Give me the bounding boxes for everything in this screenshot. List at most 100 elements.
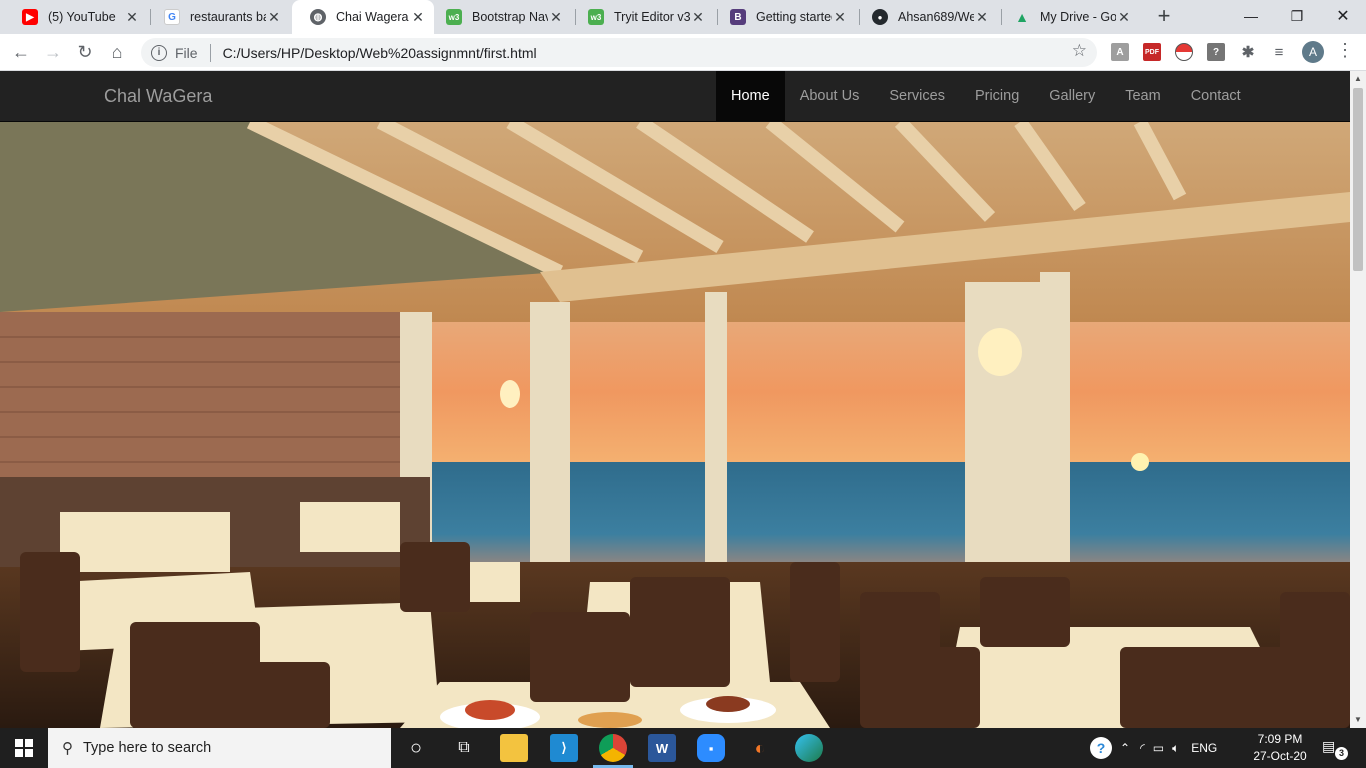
search-icon: ⚲	[62, 740, 73, 757]
tab-bootstrap-nav[interactable]: w3 Bootstrap Nav ✕	[428, 0, 572, 34]
nav-services[interactable]: Services	[874, 71, 960, 121]
file-explorer-icon[interactable]	[500, 734, 528, 762]
acrobat-extension-icon[interactable]: A	[1111, 43, 1129, 61]
url-scheme: File	[175, 44, 198, 61]
scroll-down-arrow-icon[interactable]: ▼	[1350, 712, 1366, 728]
tab-restaurants[interactable]: G restaurants ba ✕	[146, 0, 290, 34]
tab-title: Bootstrap Nav	[472, 10, 548, 24]
search-placeholder: Type here to search	[83, 740, 212, 756]
tab-title: Ahsan689/Wel	[898, 10, 974, 24]
vscode-icon[interactable]: ⟩	[550, 734, 578, 762]
youtube-icon: ▶	[22, 9, 38, 25]
task-view-icon[interactable]: ⧉	[450, 734, 478, 762]
globe-icon: ◍	[310, 9, 326, 25]
minimize-button[interactable]: —	[1228, 0, 1274, 32]
tab-title: (5) YouTube	[48, 10, 116, 24]
page-viewport: Chal WaGera Home About Us Services Prici…	[0, 71, 1350, 728]
reading-list-icon[interactable]: ≡	[1270, 43, 1288, 61]
wifi-icon[interactable]: ◜	[1140, 741, 1145, 755]
close-icon[interactable]: ✕	[832, 9, 848, 26]
github-icon: ●	[872, 9, 888, 25]
nav-about-us[interactable]: About Us	[785, 71, 875, 121]
pdf-extension-icon[interactable]: PDF	[1143, 43, 1161, 61]
windows-taskbar: ⚲ Type here to search ○ ⧉ ⟩ W ▪ ◐ ? ⌃ ◜ …	[0, 728, 1366, 768]
tab-title: Tryit Editor v3.	[614, 10, 690, 24]
close-window-button[interactable]: ✕	[1320, 0, 1366, 32]
language-indicator[interactable]: ENG	[1191, 741, 1217, 755]
profile-avatar[interactable]: A	[1302, 41, 1324, 63]
start-button[interactable]	[0, 728, 48, 768]
scroll-up-arrow-icon[interactable]: ▲	[1350, 71, 1366, 87]
close-icon[interactable]: ✕	[548, 9, 564, 26]
tab-google-drive[interactable]: ▲ My Drive - Goo ✕	[996, 0, 1140, 34]
nav-home[interactable]: Home	[716, 71, 785, 121]
clock-date: 27-Oct-20	[1253, 749, 1307, 763]
google-drive-icon: ▲	[1015, 9, 1029, 25]
tab-title: Chai Wagera	[336, 10, 409, 24]
taskbar-clock[interactable]: 7:09 PM 27-Oct-20	[1252, 731, 1308, 765]
address-bar[interactable]: i File C:/Users/HP/Desktop/Web%20assignm…	[141, 38, 1097, 67]
omnibox-divider	[209, 43, 211, 62]
google-icon: G	[164, 9, 180, 25]
chrome-icon[interactable]	[599, 734, 627, 762]
tab-title: restaurants ba	[190, 10, 266, 24]
w3schools-icon: w3	[446, 9, 462, 25]
close-icon[interactable]: ✕	[266, 9, 282, 26]
battery-icon[interactable]: ▭	[1153, 741, 1164, 755]
action-center-button[interactable]: ▤ 3	[1322, 738, 1348, 760]
close-icon[interactable]: ✕	[690, 9, 706, 26]
tab-tryit-editor[interactable]: w3 Tryit Editor v3. ✕	[570, 0, 714, 34]
new-tab-button[interactable]: +	[1152, 5, 1176, 29]
url-text[interactable]: C:/Users/HP/Desktop/Web%20assignmnt/firs…	[223, 45, 537, 61]
browser-toolbar: ← → ↻ ⌂ i File C:/Users/HP/Desktop/Web%2…	[0, 34, 1366, 71]
nav-pricing[interactable]: Pricing	[960, 71, 1034, 121]
help-extension-icon[interactable]: ?	[1207, 43, 1225, 61]
show-hidden-icons-icon[interactable]: ⌃	[1120, 741, 1130, 755]
edge-icon[interactable]	[795, 734, 823, 762]
page-scrollbar[interactable]: ▲ ▼	[1350, 71, 1366, 728]
extensions-puzzle-icon[interactable]: ✱	[1239, 43, 1257, 61]
notification-count: 3	[1335, 747, 1348, 760]
windows-logo-icon	[15, 739, 33, 757]
pokeball-extension-icon[interactable]	[1175, 43, 1193, 61]
restore-button[interactable]: ❐	[1274, 0, 1320, 32]
system-tray: ? ⌃ ◜ ▭ 🔈︎ ENG	[1090, 728, 1217, 768]
tab-chai-wagera[interactable]: ◍ Chai Wagera ✕	[292, 0, 434, 34]
nav-team[interactable]: Team	[1110, 71, 1175, 121]
close-icon[interactable]: ✕	[410, 9, 426, 26]
tab-title: Getting startec	[756, 10, 832, 24]
clock-time: 7:09 PM	[1257, 732, 1303, 746]
back-button[interactable]: ←	[9, 40, 33, 64]
tab-title: My Drive - Goo	[1040, 10, 1116, 24]
help-tray-icon[interactable]: ?	[1090, 737, 1112, 759]
cortana-icon[interactable]: ○	[402, 734, 430, 762]
menu-kebab-icon[interactable]: ⋮	[1336, 40, 1354, 61]
nav-links: Home About Us Services Pricing Gallery T…	[716, 71, 1256, 121]
reload-button[interactable]: ↻	[73, 40, 97, 64]
nav-gallery[interactable]: Gallery	[1034, 71, 1110, 121]
taskbar-search[interactable]: ⚲ Type here to search	[48, 728, 391, 768]
notification-icon: ▤	[1322, 738, 1336, 754]
home-button[interactable]: ⌂	[105, 40, 129, 64]
tab-github[interactable]: ● Ahsan689/Wel ✕	[854, 0, 998, 34]
tab-strip: ▶ (5) YouTube ✕ G restaurants ba ✕ ◍ Cha…	[0, 0, 1366, 34]
w3schools-icon: w3	[588, 9, 604, 25]
zoom-icon[interactable]: ▪	[697, 734, 725, 762]
close-icon[interactable]: ✕	[124, 9, 140, 26]
site-info-icon[interactable]: i	[151, 44, 167, 61]
volume-icon[interactable]: 🔈︎	[1172, 741, 1179, 756]
hero-restaurant-image	[0, 122, 1350, 728]
forward-button[interactable]: →	[41, 40, 65, 64]
close-icon[interactable]: ✕	[974, 9, 990, 26]
bookmark-star-icon[interactable]: ☆	[1072, 41, 1087, 61]
word-icon[interactable]: W	[648, 734, 676, 762]
site-navbar: Chal WaGera Home About Us Services Prici…	[0, 71, 1350, 122]
site-brand[interactable]: Chal WaGera	[104, 86, 212, 107]
tab-youtube[interactable]: ▶ (5) YouTube ✕	[4, 0, 148, 34]
nav-contact[interactable]: Contact	[1176, 71, 1256, 121]
scrollbar-thumb[interactable]	[1353, 88, 1363, 271]
jupyter-icon[interactable]: ◐	[746, 734, 774, 762]
close-icon[interactable]: ✕	[1116, 9, 1132, 26]
tab-getting-started[interactable]: B Getting startec ✕	[712, 0, 856, 34]
bootstrap-icon: B	[730, 9, 746, 25]
